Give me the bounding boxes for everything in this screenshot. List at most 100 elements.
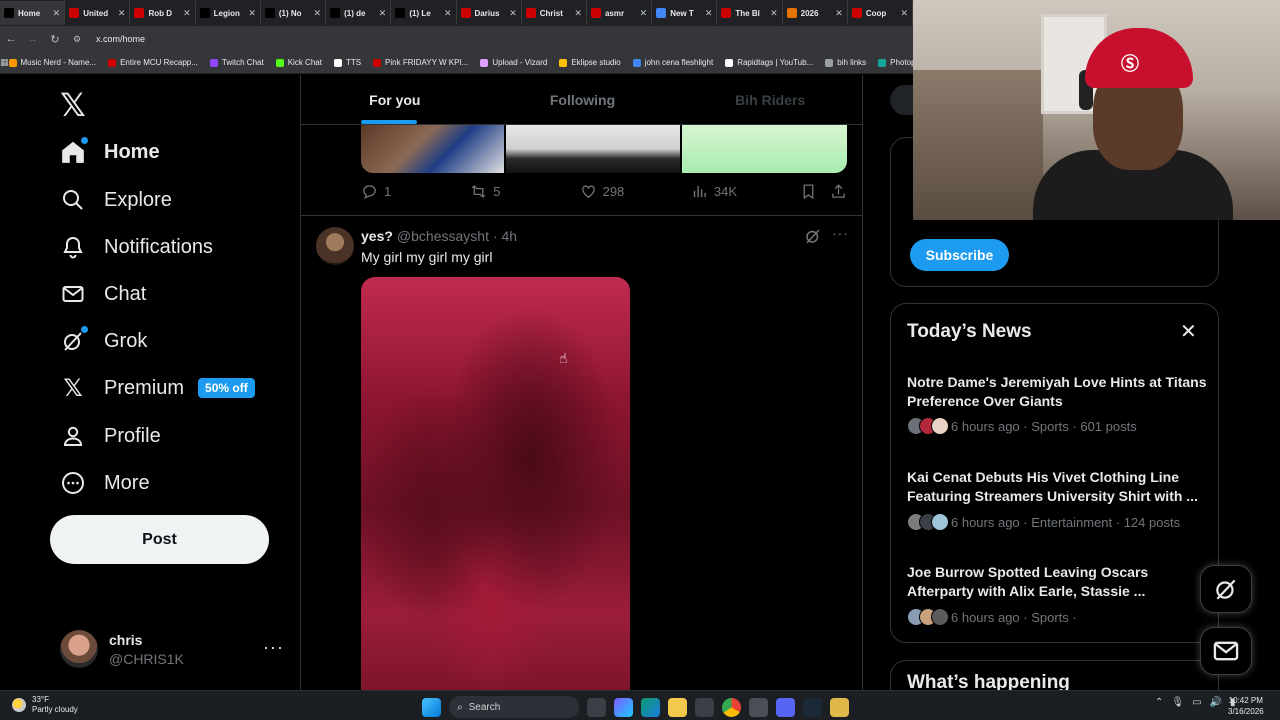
close-tab-icon[interactable]: ✕ (379, 8, 387, 19)
clock[interactable]: 10:42 PM 3/16/2026 (1228, 695, 1264, 717)
close-tab-icon[interactable]: ✕ (53, 8, 61, 19)
browser-tab[interactable]: (1) No ✕ (261, 1, 327, 25)
browser-tab[interactable]: Christ ✕ (522, 1, 587, 25)
bookmark-item[interactable]: Kick Chat (275, 58, 322, 67)
file-explorer-icon[interactable] (668, 697, 687, 717)
close-tab-icon[interactable]: ✕ (314, 8, 322, 19)
browser-tab[interactable]: Rob D ✕ (130, 1, 196, 25)
nav-item-explore[interactable]: Explore (60, 180, 172, 220)
tab-bih-riders[interactable]: Bih Riders (676, 75, 862, 124)
like-button[interactable]: 298 (580, 183, 691, 200)
post-author-handle[interactable]: @bchessaysht (397, 228, 489, 244)
news-headline[interactable]: Kai Cenat Debuts His Vivet Clothing Line… (907, 468, 1207, 506)
post-video[interactable] (361, 277, 630, 690)
close-tab-icon[interactable]: ✕ (248, 8, 256, 19)
grok-icon[interactable] (804, 227, 822, 250)
app-icon[interactable] (749, 697, 768, 717)
browser-tab[interactable]: Legion ✕ (196, 1, 261, 25)
media-thumbnail[interactable] (506, 125, 680, 173)
x-logo-icon[interactable]: 𝕏 (60, 86, 86, 124)
edge-icon[interactable] (641, 697, 660, 717)
task-view-icon[interactable] (587, 697, 606, 717)
back-icon[interactable]: ← (0, 33, 22, 45)
bookmark-item[interactable]: Twitch Chat (209, 58, 264, 67)
url-field[interactable]: x.com/home (96, 34, 145, 44)
account-more-icon[interactable]: ··· (263, 637, 284, 658)
reload-icon[interactable]: ↻ (44, 33, 66, 46)
bookmark-item[interactable]: Eklipse studio (559, 58, 621, 67)
reply-button[interactable]: 1 (361, 183, 470, 200)
store-icon[interactable] (695, 697, 714, 717)
weather-widget[interactable]: 33°F Partly cloudy (12, 695, 78, 715)
bookmark-item[interactable]: Music Nerd - Name... (8, 58, 96, 67)
browser-tab[interactable]: Home ✕ (0, 1, 66, 25)
bookmark-item[interactable]: john cena fleshlight (632, 58, 713, 67)
close-tab-icon[interactable]: ✕ (509, 8, 517, 19)
browser-tab[interactable]: New T ✕ (652, 1, 718, 25)
bookmark-button[interactable] (800, 183, 830, 200)
bookmark-item[interactable]: bih links (825, 58, 866, 67)
forward-icon[interactable]: → (22, 33, 44, 45)
tab-following[interactable]: Following (489, 75, 677, 124)
browser-tab[interactable]: Coop ✕ (848, 1, 913, 25)
nav-item-home[interactable]: Home (60, 132, 160, 172)
taskbar-search[interactable]: ⌕ Search (449, 696, 579, 718)
browser-tab[interactable]: (1) de ✕ (326, 1, 392, 25)
chrome-icon[interactable] (722, 697, 741, 717)
discord-icon[interactable] (776, 697, 795, 717)
messages-float-button[interactable] (1200, 627, 1252, 675)
share-button[interactable] (830, 183, 847, 200)
folder-icon[interactable] (830, 697, 849, 717)
repost-button[interactable]: 5 (470, 183, 579, 200)
browser-tab[interactable]: (1) Le ✕ (391, 1, 457, 25)
site-info-icon[interactable]: ⚙ (66, 34, 88, 45)
close-tab-icon[interactable]: ✕ (705, 8, 713, 19)
post-timestamp[interactable]: · 4h (493, 228, 517, 244)
browser-tab[interactable]: United ✕ (65, 1, 131, 25)
bookmark-item[interactable]: Upload - Vizard (480, 58, 547, 67)
nav-item-notifications[interactable]: Notifications (60, 227, 213, 267)
close-tab-icon[interactable]: ✕ (901, 8, 909, 19)
close-tab-icon[interactable]: ✕ (444, 8, 452, 19)
nav-item-premium[interactable]: 𝕏 Premium 50% off (60, 368, 255, 408)
steam-icon[interactable] (803, 697, 822, 717)
windows-start-icon[interactable] (422, 697, 441, 717)
close-tab-icon[interactable]: ✕ (770, 8, 778, 19)
chevron-up-icon[interactable]: ⌃ (1155, 697, 1163, 708)
news-headline[interactable]: Notre Dame's Jeremiyah Love Hints at Tit… (907, 373, 1207, 411)
volume-icon[interactable]: 🔊 (1210, 697, 1222, 708)
browser-tab[interactable]: The Bl ✕ (717, 1, 783, 25)
microphone-icon[interactable]: 🎙 (1171, 697, 1184, 708)
bookmark-item[interactable]: Entire MCU Recapp... (108, 58, 198, 67)
bookmark-item[interactable]: Rapidtags | YouTub... (725, 58, 813, 67)
nav-item-profile[interactable]: Profile (60, 416, 161, 456)
bookmark-item[interactable]: Pink FRIDAYY W KPI... (373, 58, 468, 67)
post-more-icon[interactable]: ··· (832, 225, 849, 241)
browser-tab[interactable]: 2026 ✕ (783, 1, 848, 25)
media-thumbnail[interactable] (681, 125, 847, 173)
views-button[interactable]: 34K (691, 183, 800, 200)
post-author-name[interactable]: yes? (361, 228, 393, 244)
close-tab-icon[interactable]: ✕ (640, 8, 648, 19)
previous-post-media[interactable] (361, 125, 847, 173)
nav-item-grok[interactable]: Grok (60, 321, 147, 361)
copilot-icon[interactable] (614, 697, 633, 717)
network-icon[interactable]: ▭ (1192, 697, 1201, 708)
bookmark-item[interactable]: TTS (333, 58, 361, 67)
news-headline[interactable]: Joe Burrow Spotted Leaving Oscars Afterp… (907, 563, 1207, 601)
apps-grid-icon[interactable]: ▦ (0, 57, 9, 68)
tab-for-you[interactable]: For you (301, 75, 489, 124)
close-tab-icon[interactable]: ✕ (118, 8, 126, 19)
close-tab-icon[interactable]: ✕ (835, 8, 843, 19)
grok-float-button[interactable] (1200, 565, 1252, 613)
post-button[interactable]: Post (50, 515, 269, 564)
account-switcher[interactable]: chris @CHRIS1K (60, 630, 184, 668)
browser-tab[interactable]: Darius ✕ (457, 1, 522, 25)
close-tab-icon[interactable]: ✕ (574, 8, 582, 19)
nav-item-more[interactable]: More (60, 463, 150, 503)
media-thumbnail[interactable] (361, 125, 505, 173)
browser-tab[interactable]: asmr ✕ (587, 1, 653, 25)
avatar[interactable] (316, 227, 354, 265)
nav-item-chat[interactable]: Chat (60, 274, 146, 314)
subscribe-button[interactable]: Subscribe (910, 239, 1009, 271)
